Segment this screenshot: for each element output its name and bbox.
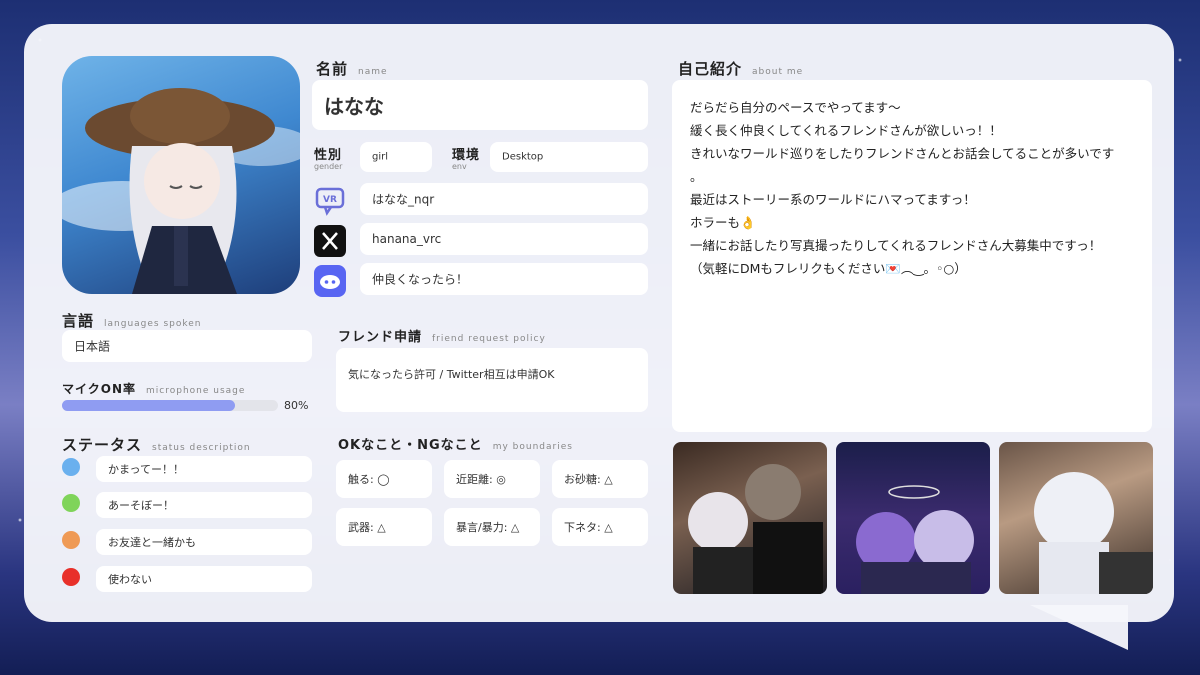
status-dot-orange	[62, 531, 80, 549]
mic-label: マイクON率 microphone usage	[62, 382, 246, 396]
status-dot-green	[62, 494, 80, 512]
discord-field: 仲良くなったら！	[360, 263, 648, 295]
env-label: 環境	[452, 148, 481, 163]
twitter-id-field: hanana_vrc	[360, 223, 648, 255]
status-item: かまってー！！	[96, 456, 312, 482]
about-label: 自己紹介 about me	[678, 60, 804, 78]
status-label: ステータス status description	[62, 436, 251, 454]
mic-percent: 80%	[284, 399, 309, 412]
vr-logo-icon: VR	[314, 185, 346, 217]
about-text-box: だらだら自分のペースでやってます〜 緩く長く仲良くしてくれるフレンドさんが欲しい…	[672, 80, 1152, 432]
name-field: はなな	[312, 80, 648, 130]
about-text: だらだら自分のペースでやってます〜 緩く長く仲良くしてくれるフレンドさんが欲しい…	[690, 100, 1115, 276]
avatar-picture	[62, 56, 300, 294]
boundary-item: 下ネタ: △	[552, 508, 648, 546]
photo-2	[836, 442, 990, 594]
discord-icon	[314, 265, 346, 297]
mic-progress-track	[62, 400, 278, 411]
status-dot-red	[62, 568, 80, 586]
status-item: お友達と一緒かも	[96, 529, 312, 555]
env-field: Desktop	[490, 142, 648, 172]
language-field: 日本語	[62, 330, 312, 362]
photo-1	[673, 442, 827, 594]
status-item: 使わない	[96, 566, 312, 592]
mic-progress-fill	[62, 400, 235, 411]
photo-3	[999, 442, 1153, 594]
gender-label: 性別	[314, 148, 343, 163]
x-logo-icon	[314, 225, 346, 257]
boundary-item: 触る: ◯	[336, 460, 432, 498]
name-label: 名前 name	[316, 60, 388, 78]
boundary-item: 近距離: ◎	[444, 460, 540, 498]
vrchat-id-field: はなな_nqr	[360, 183, 648, 215]
boundaries-label: OKなこと・NGなこと my boundaries	[338, 438, 573, 453]
svg-text:VR: VR	[323, 195, 337, 205]
status-item: あーそぼー！	[96, 492, 312, 518]
friend-request-label: フレンド申請 friend request policy	[338, 330, 546, 345]
env-sublabel: env	[452, 162, 467, 171]
boundary-item: 武器: △	[336, 508, 432, 546]
boundary-item: お砂糖: △	[552, 460, 648, 498]
status-dot-blue	[62, 458, 80, 476]
friend-request-field: 気になったら許可 / Twitter相互は申請OK	[336, 348, 648, 412]
gender-sublabel: gender	[314, 162, 343, 171]
boundary-item: 暴言/暴力: △	[444, 508, 540, 546]
speech-bubble-tail	[1030, 605, 1128, 650]
gender-field: girl	[360, 142, 432, 172]
language-label: 言語 languages spoken	[62, 312, 202, 330]
